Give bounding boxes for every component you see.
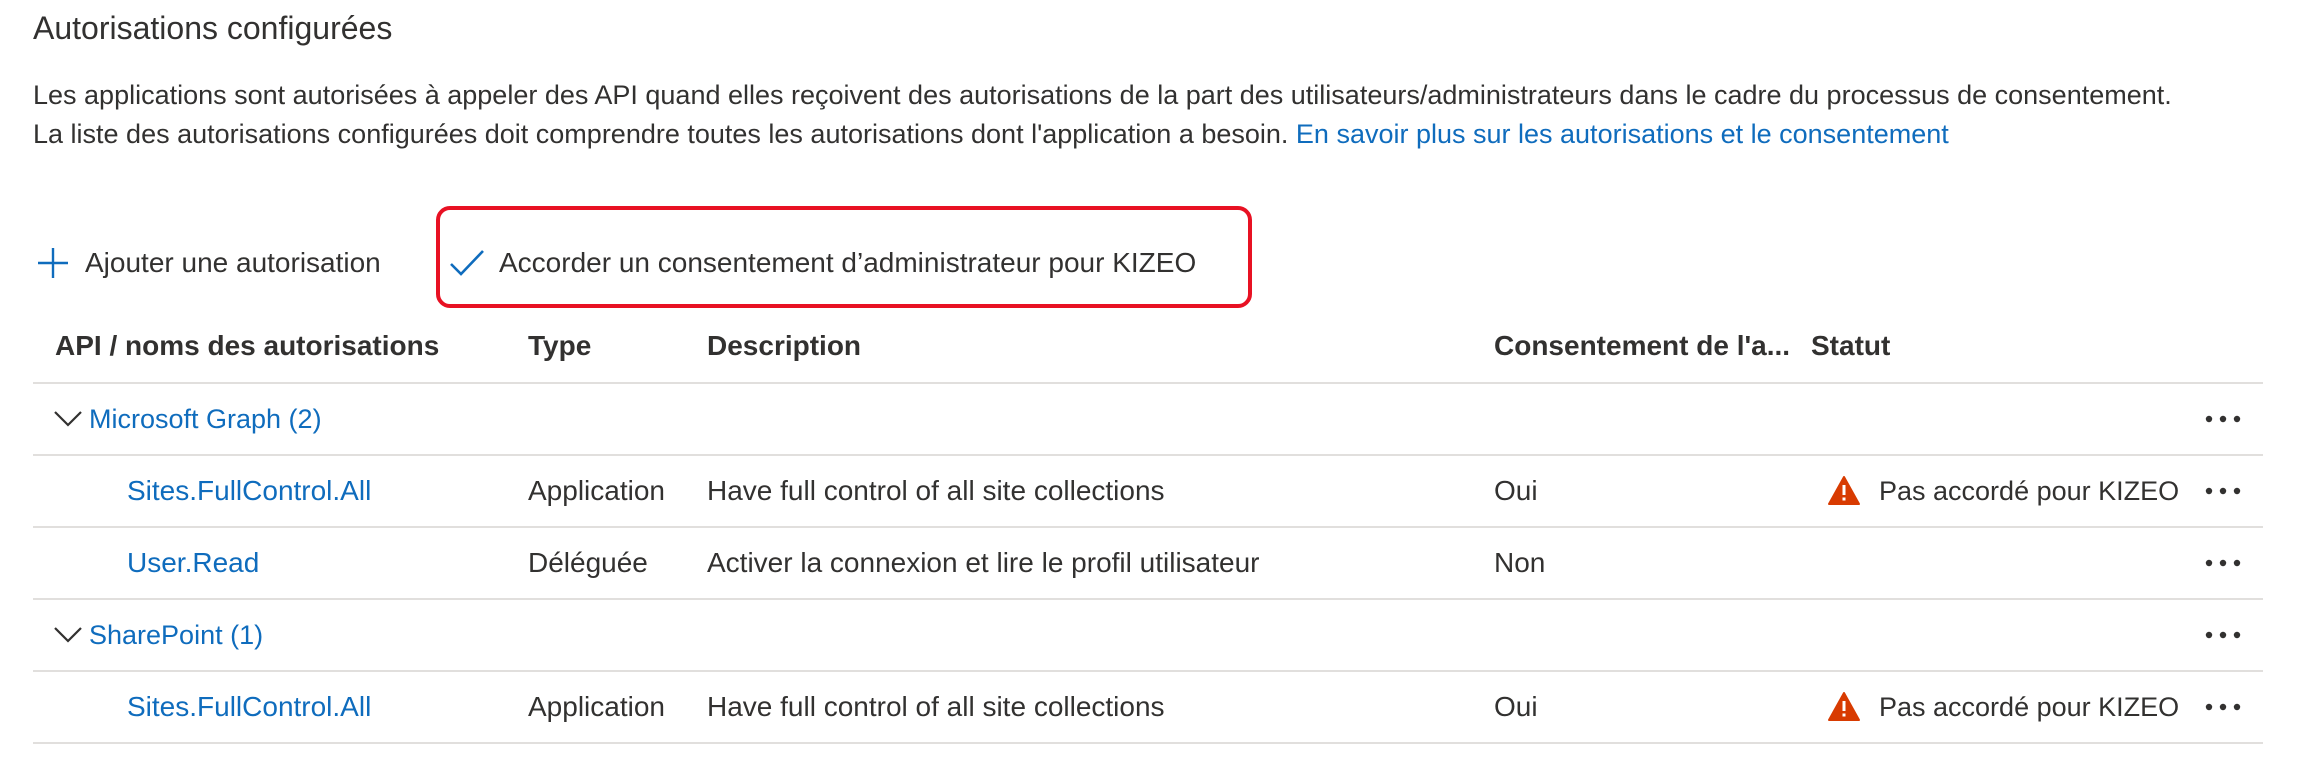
status-cell: Pas accordé pour KIZEO (1827, 456, 2179, 526)
intro-paragraph: Les applications sont autorisées à appel… (33, 76, 2173, 154)
warning-icon (1827, 691, 1861, 723)
page-title: Autorisations configurées (33, 10, 393, 46)
status-cell: Pas accordé pour KIZEO (1827, 672, 2179, 742)
checkmark-icon (447, 243, 487, 283)
toolbar: Ajouter une autorisation Accorder un con… (33, 228, 1333, 298)
more-options-button[interactable] (2198, 456, 2248, 526)
status-text: Pas accordé pour KIZEO (1879, 691, 2180, 722)
permission-description: Activer la connexion et lire le profil u… (707, 547, 1260, 578)
more-options-button[interactable] (2198, 600, 2248, 670)
more-options-button[interactable] (2198, 672, 2248, 742)
group-toggle[interactable]: Microsoft Graph (2) (53, 384, 322, 454)
chevron-down-icon (53, 409, 83, 429)
admin-consent-value: Non (1494, 547, 1546, 578)
grant-admin-consent-label: Accorder un consentement d’administrateu… (499, 247, 1197, 278)
chevron-down-icon (53, 625, 83, 645)
add-permission-button[interactable]: Ajouter une autorisation (33, 228, 381, 298)
group-name-link[interactable]: SharePoint (1) (89, 620, 263, 651)
permission-name-link[interactable]: User.Read (127, 528, 259, 598)
permission-type: Application (528, 691, 665, 722)
table-row: Sites.FullControl.All Application Have f… (33, 672, 2263, 744)
admin-consent-value: Oui (1494, 691, 1538, 722)
permission-type: Déléguée (528, 547, 648, 578)
column-header-admin-consent[interactable]: Consentement de l'a... (1494, 310, 1790, 382)
plus-icon (33, 243, 73, 283)
table-row: User.Read Déléguée Activer la connexion … (33, 528, 2263, 600)
admin-consent-value: Oui (1494, 475, 1538, 506)
column-header-api[interactable]: API / noms des autorisations (55, 310, 439, 382)
group-row: SharePoint (1) (33, 600, 2263, 672)
permissions-table: API / noms des autorisations Type Descri… (33, 310, 2263, 744)
status-text: Pas accordé pour KIZEO (1879, 475, 2180, 506)
more-options-icon (2205, 487, 2241, 495)
more-options-icon (2205, 559, 2241, 567)
column-header-status[interactable]: Statut (1811, 310, 1890, 382)
group-toggle[interactable]: SharePoint (1) (53, 600, 263, 670)
permission-name-link[interactable]: Sites.FullControl.All (127, 456, 371, 526)
permission-description: Have full control of all site collection… (707, 475, 1165, 506)
permission-description: Have full control of all site collection… (707, 691, 1165, 722)
learn-more-link[interactable]: En savoir plus sur les autorisations et … (1296, 119, 1949, 149)
column-header-type[interactable]: Type (528, 310, 591, 382)
more-options-button[interactable] (2198, 528, 2248, 598)
more-options-icon (2205, 415, 2241, 423)
permission-name-link[interactable]: Sites.FullControl.All (127, 672, 371, 742)
group-row: Microsoft Graph (2) (33, 384, 2263, 456)
more-options-button[interactable] (2198, 384, 2248, 454)
warning-icon (1827, 475, 1861, 507)
table-row: Sites.FullControl.All Application Have f… (33, 456, 2263, 528)
more-options-icon (2205, 703, 2241, 711)
grant-admin-consent-button[interactable]: Accorder un consentement d’administrateu… (447, 228, 1196, 298)
add-permission-label: Ajouter une autorisation (85, 247, 381, 278)
group-name-link[interactable]: Microsoft Graph (2) (89, 404, 322, 435)
column-header-description[interactable]: Description (707, 310, 861, 382)
table-header: API / noms des autorisations Type Descri… (33, 310, 2263, 384)
permission-type: Application (528, 475, 665, 506)
more-options-icon (2205, 631, 2241, 639)
